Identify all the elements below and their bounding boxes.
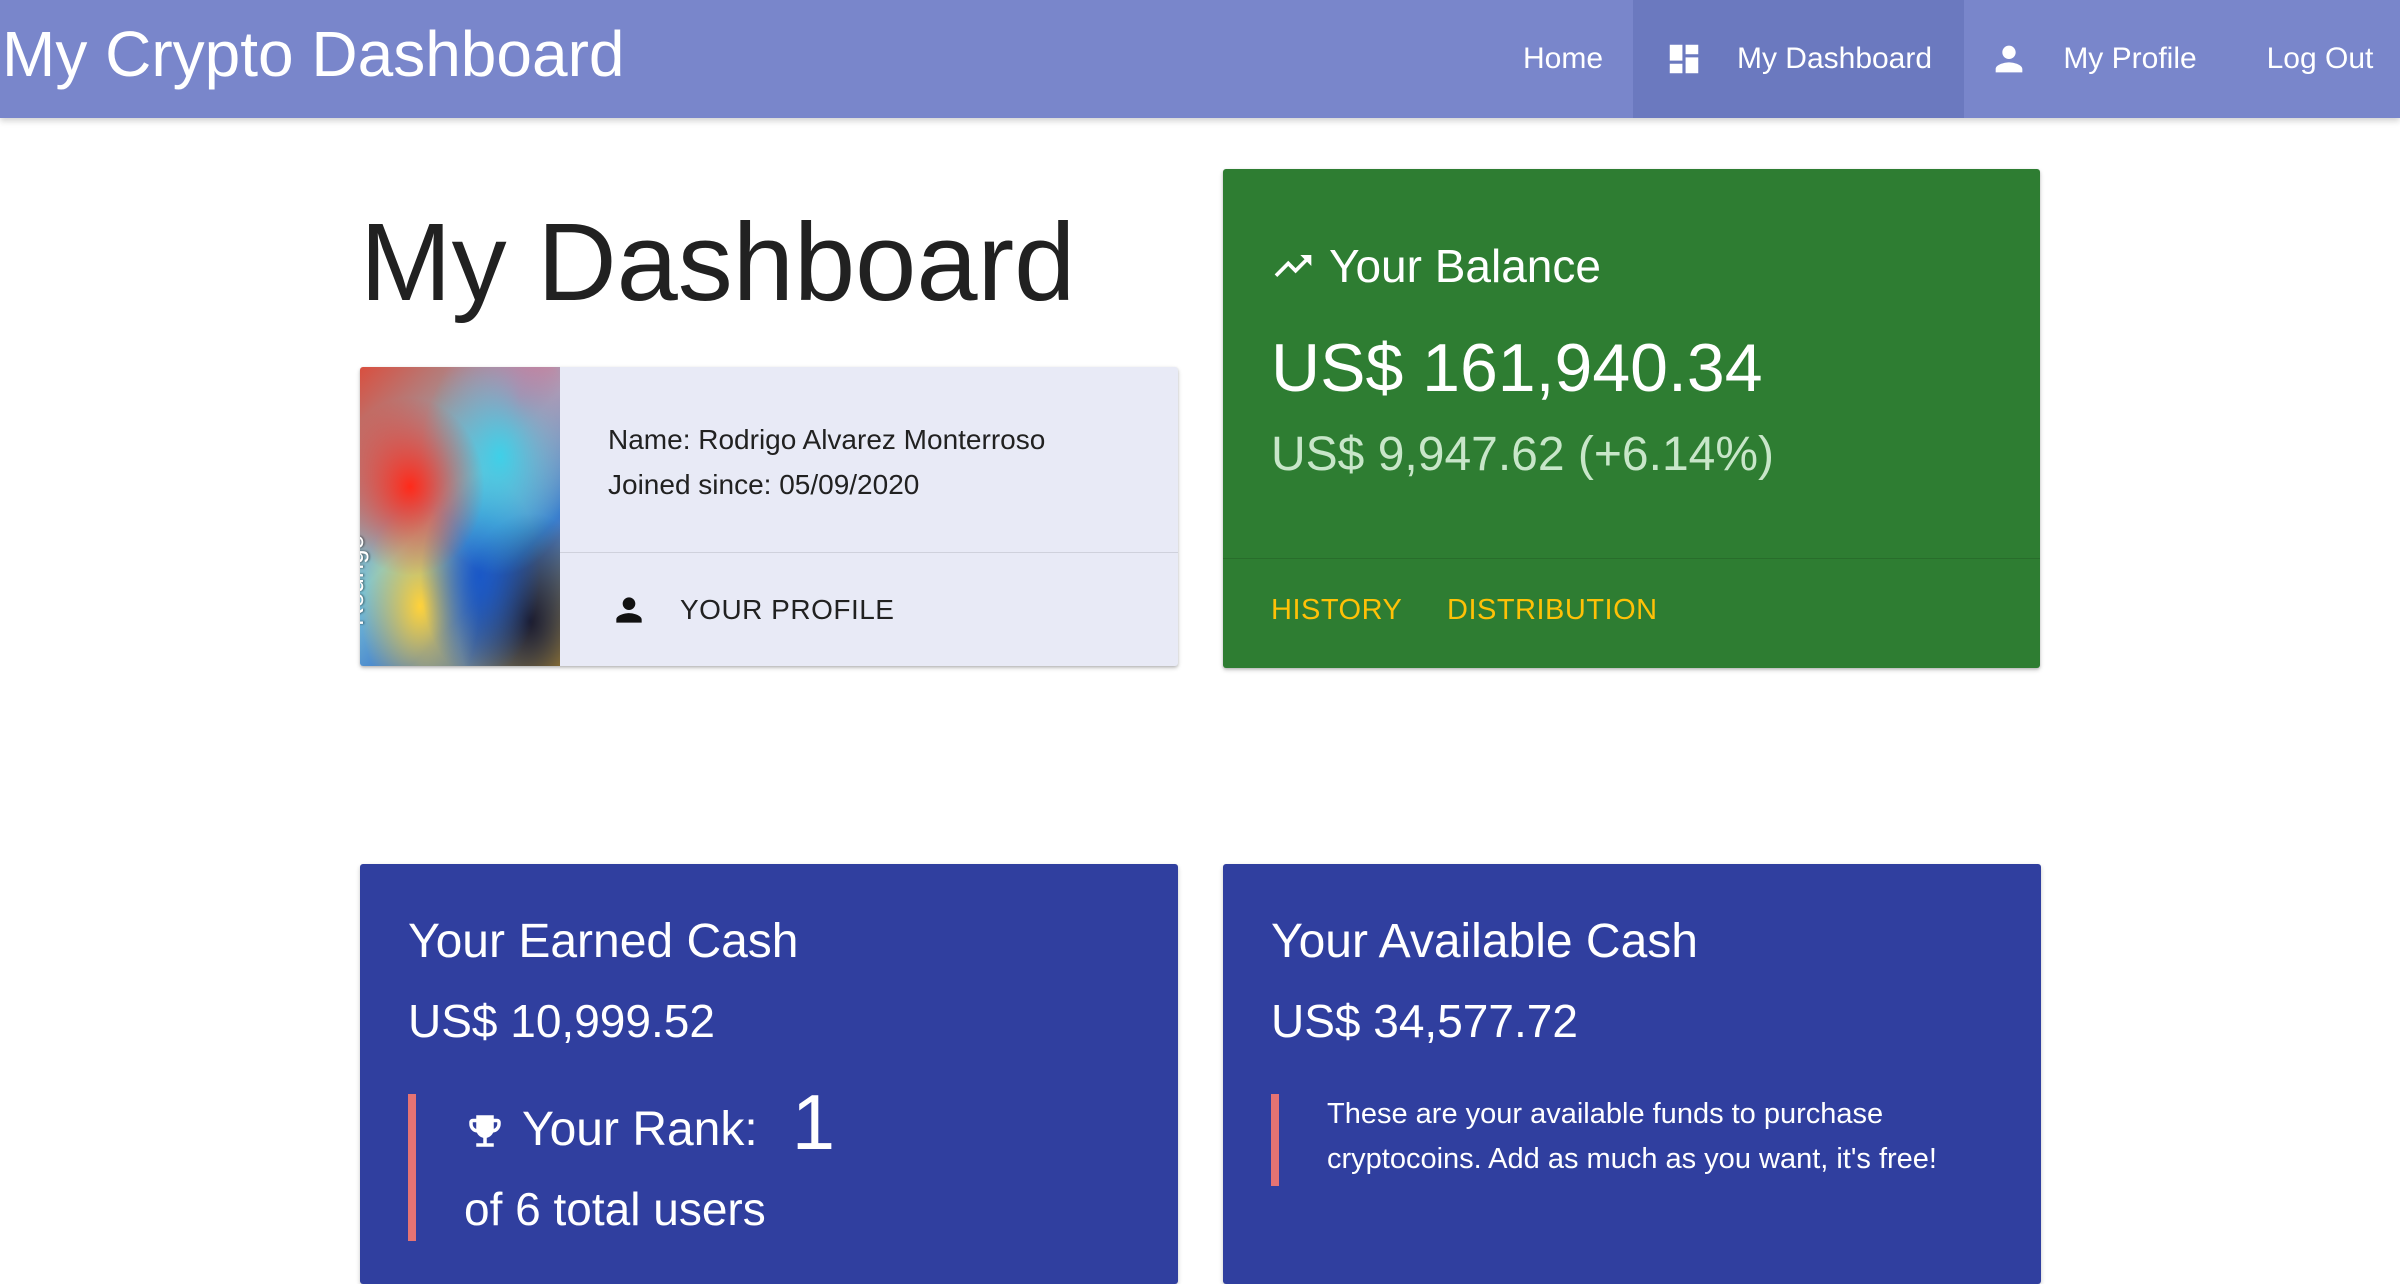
available-cash-amount: US$ 34,577.72 xyxy=(1271,995,1578,1047)
profile-info: Name: Rodrigo Alvarez Monterroso Joined … xyxy=(608,417,1045,507)
available-cash-note: These are your available funds to purcha… xyxy=(1327,1098,1937,1175)
nav-dashboard-link[interactable]: My Dashboard xyxy=(1633,0,1964,118)
trophy-icon xyxy=(469,1115,501,1147)
nav-home-label: Home xyxy=(1522,42,1604,75)
avatar: Rodrigo xyxy=(360,367,560,666)
nav-home-link[interactable]: Home xyxy=(1500,0,1626,118)
balance-card: Your Balance US$ 161,940.34 US$ 9,947.62… xyxy=(1223,169,2040,668)
rank-value: 1 xyxy=(791,1078,836,1166)
trending-up-icon xyxy=(1274,255,1312,277)
nav-profile-link[interactable]: My Profile xyxy=(1964,0,2222,118)
available-cash-title: Your Available Cash xyxy=(1271,915,1698,968)
earned-cash-card: Your Earned Cash US$ 10,999.52 Your Rank… xyxy=(360,864,1178,1284)
person-icon xyxy=(616,596,642,623)
earned-cash-amount: US$ 10,999.52 xyxy=(408,995,715,1047)
app-title[interactable]: My Crypto Dashboard xyxy=(2,14,624,94)
dashboard-icon xyxy=(1669,44,1699,74)
rank-line: Your Rank: 1 xyxy=(464,1082,835,1170)
rank-total: of 6 total users xyxy=(464,1183,766,1235)
divider xyxy=(1223,558,2040,559)
rank-label: Your Rank: xyxy=(522,1103,758,1156)
quote-bar xyxy=(1271,1094,1279,1186)
top-app-bar: My Crypto Dashboard Home My Dashboard My… xyxy=(0,0,2400,118)
avatar-caption: Rodrigo xyxy=(360,534,369,626)
balance-title: Your Balance xyxy=(1329,240,1601,292)
profile-joined-date: Joined since: 05/09/2020 xyxy=(608,469,920,500)
available-cash-card: Your Available Cash US$ 34,577.72 These … xyxy=(1223,864,2041,1284)
nav-logout-link[interactable]: Log Out xyxy=(2240,0,2400,118)
your-profile-label: YOUR PROFILE xyxy=(680,593,895,625)
page-title: My Dashboard xyxy=(360,201,1076,324)
earned-cash-title: Your Earned Cash xyxy=(408,915,799,968)
person-icon xyxy=(1995,45,2023,73)
nav-dashboard-label: My Dashboard xyxy=(1736,42,1933,75)
profile-card: Rodrigo Name: Rodrigo Alvarez Monterroso… xyxy=(360,367,1178,666)
quote-bar xyxy=(408,1094,416,1241)
profile-name: Name: Rodrigo Alvarez Monterroso xyxy=(608,424,1046,455)
nav-profile-label: My Profile xyxy=(2063,42,2197,75)
history-button[interactable]: HISTORY xyxy=(1271,594,1402,627)
balance-amount: US$ 161,940.34 xyxy=(1271,330,1763,406)
balance-header: Your Balance xyxy=(1271,239,1601,293)
your-profile-button[interactable]: YOUR PROFILE xyxy=(560,553,1178,666)
distribution-button[interactable]: DISTRIBUTION xyxy=(1447,594,1658,627)
nav-logout-label: Log Out xyxy=(2266,42,2374,75)
balance-change: US$ 9,947.62 (+6.14%) xyxy=(1271,428,1774,481)
